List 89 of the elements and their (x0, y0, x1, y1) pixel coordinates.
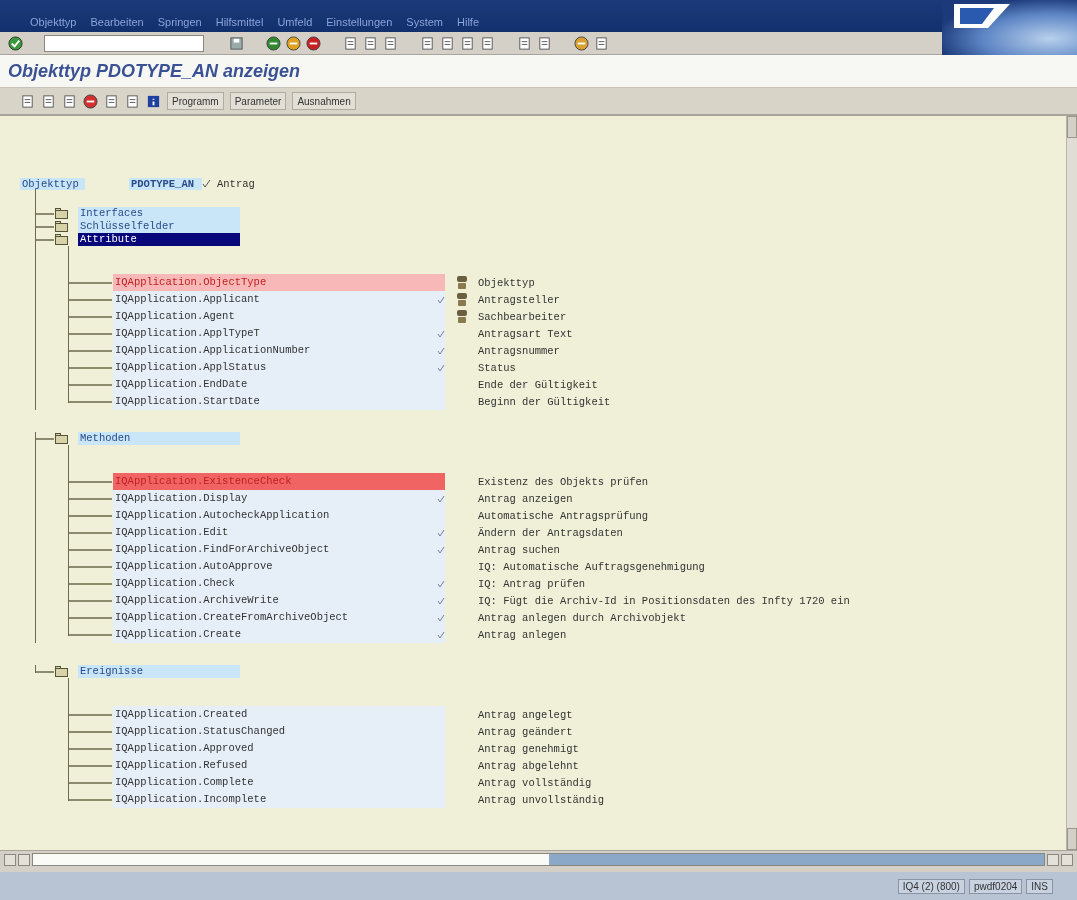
item-description: Objekttyp (478, 276, 535, 289)
item-description: Beginn der Gültigkeit (478, 395, 611, 408)
item-description: Ändern der Antragsdaten (478, 526, 623, 539)
folder-icon (55, 666, 68, 677)
window-icon[interactable] (537, 35, 552, 51)
item-description: Status (478, 361, 516, 374)
object-field: PDOTYPE_AN (129, 177, 202, 190)
item-description: Antrag suchen (478, 543, 560, 556)
tree-item[interactable]: IQApplication.Incomplete (113, 791, 445, 808)
tree-node[interactable]: Ereignisse (78, 665, 240, 678)
cancel-icon[interactable] (306, 35, 321, 51)
window-title: Objekttyp PDOTYPE_AN anzeigen (8, 60, 301, 82)
tree-item[interactable]: IQApplication.Applicant (113, 291, 445, 308)
tree-item[interactable]: IQApplication.ApplicationNumber (113, 342, 445, 359)
save-icon[interactable] (229, 35, 244, 51)
object-description: Antrag (217, 177, 255, 190)
tree-item[interactable]: IQApplication.EndDate (113, 376, 445, 393)
check-icon (202, 179, 211, 188)
menu-item[interactable]: System (406, 16, 443, 28)
tree-item[interactable]: IQApplication.AutocheckApplication (113, 507, 445, 524)
item-description: Existenz des Objekts prüfen (478, 475, 649, 488)
toolbar-button[interactable]: Programm (167, 92, 224, 110)
tree-item[interactable]: IQApplication.Display (113, 490, 445, 507)
item-description: Antrag unvollständig (478, 793, 605, 806)
item-description: Antrag genehmigt (478, 742, 579, 755)
item-description: IQ: Fügt die Archiv-Id in Positionsdaten des Infty 1720 ein (478, 594, 850, 607)
item-description: IQ: Antrag prüfen (478, 577, 586, 590)
tree-item[interactable]: IQApplication.ArchiveWrite (113, 592, 445, 609)
tree-node[interactable]: Schlüsselfelder (78, 220, 240, 233)
horizontal-scrollbar[interactable] (0, 850, 1077, 868)
item-description: Antrag anlegen durch Archivobjekt (478, 611, 686, 624)
enter-icon[interactable] (8, 35, 23, 51)
menu-item[interactable]: Hilfe (457, 16, 479, 28)
server-field: pwdf0204 (968, 878, 1023, 894)
tree-node[interactable]: Interfaces (78, 207, 240, 220)
item-description: Antragsart Text (478, 327, 573, 340)
item-description: Antrag anzeigen (478, 492, 573, 505)
tree-node[interactable]: Attribute (78, 233, 240, 246)
item-description: Antragsnummer (478, 344, 560, 357)
tree-item[interactable]: IQApplication.Approved (113, 740, 445, 757)
item-description: IQ: Automatische Auftragsgenehmigung (478, 560, 705, 573)
tree-item[interactable]: IQApplication.ApplStatus (113, 359, 445, 376)
tree-item[interactable]: IQApplication.StatusChanged (113, 723, 445, 740)
tree-item[interactable]: IQApplication.Create (113, 626, 445, 643)
folder-icon (55, 234, 68, 245)
toolbar-button[interactable]: Parameter (229, 92, 287, 110)
page-icon[interactable] (420, 35, 435, 51)
field-label: Objekttyp (20, 177, 85, 190)
item-description: Sachbearbeiter (478, 310, 567, 323)
tree-item[interactable]: IQApplication.Edit (113, 524, 445, 541)
page-icon[interactable] (480, 35, 495, 51)
menu-item[interactable]: Einstellungen (326, 16, 393, 28)
item-description: Antrag abgelehnt (478, 759, 579, 772)
page-icon[interactable] (440, 35, 455, 51)
tree-item[interactable]: IQApplication.Created (113, 706, 445, 723)
tree-item[interactable]: IQApplication.FindForArchiveObject (113, 541, 445, 558)
menu-item[interactable]: Objekttyp (30, 16, 77, 28)
item-description: Antrag angelegt (478, 708, 573, 721)
menu-item[interactable]: Bearbeiten (90, 16, 144, 28)
vertical-scrollbar[interactable] (1066, 116, 1077, 850)
command-field[interactable] (44, 34, 204, 52)
tree-node[interactable]: Methoden (78, 432, 240, 445)
tree-item[interactable]: IQApplication.Refused (113, 757, 445, 774)
window-icon[interactable] (517, 35, 532, 51)
tree-item[interactable]: IQApplication.StartDate (113, 393, 445, 410)
tree-item[interactable]: IQApplication.Agent (113, 308, 445, 325)
folder-icon (55, 221, 68, 232)
item-description: Antragsteller (478, 293, 560, 306)
tree-item[interactable]: IQApplication.CreateFromArchiveObject (113, 609, 445, 626)
info-icon[interactable] (146, 93, 161, 109)
menu-item[interactable]: Umfeld (277, 16, 313, 28)
item-description: Ende der Gültigkeit (478, 378, 598, 391)
tree-item[interactable]: IQApplication.Complete (113, 774, 445, 791)
menu-item[interactable]: Hilfsmittel (215, 16, 264, 28)
item-description: Antrag vollständig (478, 776, 592, 789)
menu-item[interactable]: Springen (157, 16, 202, 28)
tree-item[interactable]: IQApplication.ObjectType (113, 274, 445, 291)
mode-field: INS (1026, 878, 1053, 894)
folder-icon (55, 433, 68, 444)
page-icon[interactable] (460, 35, 475, 51)
tree-item[interactable]: IQApplication.ApplTypeT (113, 325, 445, 342)
folder-icon (55, 208, 68, 219)
item-description: Automatische Antragsprüfung (478, 509, 649, 522)
item-description: Antrag geändert (478, 725, 573, 738)
system-field: IQ4 (2) (800) (897, 878, 965, 894)
toolbar-button[interactable]: Ausnahmen (292, 92, 356, 110)
item-description: Antrag anlegen (478, 628, 567, 641)
tree-item[interactable]: IQApplication.Check (113, 575, 445, 592)
tree-item[interactable]: IQApplication.AutoApprove (113, 558, 445, 575)
